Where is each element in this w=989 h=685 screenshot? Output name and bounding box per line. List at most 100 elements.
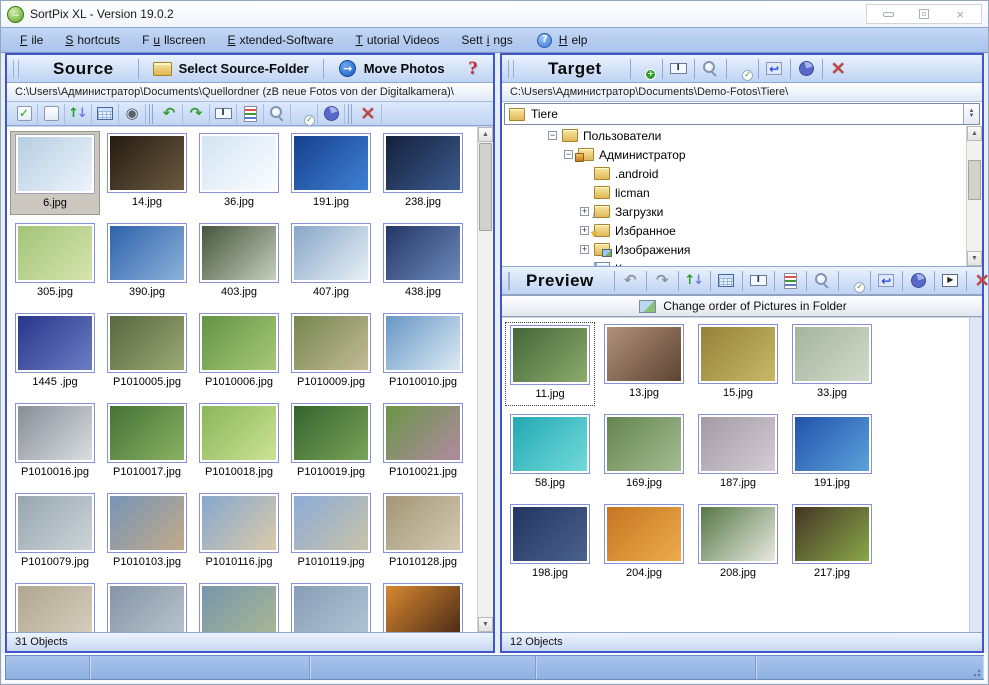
thumbnail-p1010021-jpg[interactable]: P1010021.jpg: [378, 401, 468, 485]
thumbnail-217-jpg[interactable]: 217.jpg: [787, 502, 877, 586]
thumbnail-15-jpg[interactable]: 15.jpg: [693, 322, 783, 406]
menu-extended-software[interactable]: Extended-Software: [218, 30, 342, 50]
thumbnail-1445-jpg[interactable]: 1445 .jpg: [10, 311, 100, 395]
thumbnail-403-jpg[interactable]: 403.jpg: [194, 221, 284, 305]
report-button[interactable]: [237, 104, 264, 124]
thumbnail-204-jpg[interactable]: 204.jpg: [599, 502, 689, 586]
tree-item-избранное[interactable]: +Избранное: [502, 221, 982, 240]
search-button[interactable]: [264, 104, 291, 124]
thumbnail-407-jpg[interactable]: 407.jpg: [286, 221, 376, 305]
plus-expander-icon[interactable]: +: [580, 226, 589, 235]
thumbnail-305-jpg[interactable]: 305.jpg: [10, 221, 100, 305]
scroll-down-icon[interactable]: ▼: [967, 251, 982, 266]
thumbnail-58-jpg[interactable]: 58.jpg: [505, 412, 595, 496]
thumbnail-438-jpg[interactable]: 438.jpg: [378, 221, 468, 305]
thumbnail-13-jpg[interactable]: 13.jpg: [599, 322, 689, 406]
help-button[interactable]: [459, 60, 487, 78]
thumbnail-191-jpg[interactable]: 191.jpg: [787, 412, 877, 496]
menu-help[interactable]: Help: [526, 28, 597, 52]
combobox-spinner[interactable]: ▲▼: [963, 104, 979, 124]
thumbnail-p1010079-jpg[interactable]: P1010079.jpg: [10, 491, 100, 575]
check-on-button[interactable]: [11, 104, 38, 124]
thumbnail-p1010018-jpg[interactable]: P1010018.jpg: [194, 401, 284, 485]
rename-button[interactable]: [662, 59, 694, 79]
delete-button[interactable]: [822, 59, 854, 79]
minus-expander-icon[interactable]: −: [548, 131, 557, 140]
thumbnail[interactable]: [378, 581, 468, 632]
folder-check-button[interactable]: [726, 59, 758, 79]
thumbnail-390-jpg[interactable]: 390.jpg: [102, 221, 192, 305]
scroll-up-icon[interactable]: ▲: [478, 127, 493, 142]
search-button[interactable]: [806, 271, 838, 291]
thumbnail-p1010103-jpg[interactable]: P1010103.jpg: [102, 491, 192, 575]
move-back-button[interactable]: [758, 59, 790, 79]
thumbnail-191-jpg[interactable]: 191.jpg: [286, 131, 376, 215]
preview-scroll-track[interactable]: [969, 318, 982, 632]
pie-button[interactable]: [318, 104, 345, 124]
thumbnail-p1010017-jpg[interactable]: P1010017.jpg: [102, 401, 192, 485]
thumbnail[interactable]: [10, 581, 100, 632]
maximize-button[interactable]: [913, 7, 935, 21]
rename-button[interactable]: [742, 271, 774, 291]
thumbnail-p1010119-jpg[interactable]: P1010119.jpg: [286, 491, 376, 575]
plus-expander-icon[interactable]: +: [580, 245, 589, 254]
report-button[interactable]: [774, 271, 806, 291]
thumbnail-p1010116-jpg[interactable]: P1010116.jpg: [194, 491, 284, 575]
thumbnail-p1010128-jpg[interactable]: P1010128.jpg: [378, 491, 468, 575]
delete-button[interactable]: [355, 104, 382, 124]
thumbnail-p1010019-jpg[interactable]: P1010019.jpg: [286, 401, 376, 485]
rename-button[interactable]: [210, 104, 237, 124]
folder-plus-button[interactable]: [630, 59, 662, 79]
thumbnail-36-jpg[interactable]: 36.jpg: [194, 131, 284, 215]
thumbnail-p1010009-jpg[interactable]: P1010009.jpg: [286, 311, 376, 395]
pie-button[interactable]: [902, 271, 934, 291]
thumbnail-11-jpg[interactable]: 11.jpg: [505, 322, 595, 406]
thumbnail-p1010005-jpg[interactable]: P1010005.jpg: [102, 311, 192, 395]
thumbnail-p1010006-jpg[interactable]: P1010006.jpg: [194, 311, 284, 395]
close-button[interactable]: ×: [949, 7, 971, 21]
undo-gray-button[interactable]: [614, 271, 646, 291]
check-off-button[interactable]: [38, 104, 65, 124]
thumbnail[interactable]: [194, 581, 284, 632]
thumbnail-187-jpg[interactable]: 187.jpg: [693, 412, 783, 496]
source-scrollbar[interactable]: ▲ ▼: [477, 127, 493, 632]
sort-updown-button[interactable]: [678, 271, 710, 291]
thumbnail-208-jpg[interactable]: 208.jpg: [693, 502, 783, 586]
thumbnail-198-jpg[interactable]: 198.jpg: [505, 502, 595, 586]
scrollbar-thumb[interactable]: [968, 160, 981, 200]
thumbnail-169-jpg[interactable]: 169.jpg: [599, 412, 689, 496]
tree-item-android[interactable]: .android: [502, 164, 982, 183]
folder-check-button[interactable]: [838, 271, 870, 291]
pie-button[interactable]: [790, 59, 822, 79]
scroll-down-icon[interactable]: ▼: [478, 617, 493, 632]
resize-grip[interactable]: [971, 667, 981, 677]
menu-fullscreen[interactable]: Fullscreen: [133, 30, 214, 50]
thumbnail[interactable]: [286, 581, 376, 632]
tree-scrollbar[interactable]: ▲ ▼: [966, 126, 982, 266]
tree-item-изображения[interactable]: +Изображения: [502, 240, 982, 259]
thumbnail-238-jpg[interactable]: 238.jpg: [378, 131, 468, 215]
thumbnail-33-jpg[interactable]: 33.jpg: [787, 322, 877, 406]
menu-settings[interactable]: Settings: [452, 30, 521, 50]
tree-item-контакты[interactable]: Контакты: [502, 259, 982, 267]
minimize-button[interactable]: [877, 7, 899, 21]
tree-item-пользователи[interactable]: −Пользователи: [502, 126, 982, 145]
undo-button[interactable]: [156, 104, 183, 124]
thumbnail-6-jpg[interactable]: 6.jpg: [10, 131, 100, 215]
thumbnail-p1010010-jpg[interactable]: P1010010.jpg: [378, 311, 468, 395]
menu-tutorial-videos[interactable]: Tutorial Videos: [347, 30, 449, 50]
menu-shortcuts[interactable]: Shortcuts: [56, 30, 129, 50]
change-order-button[interactable]: Change order of Pictures in Folder: [502, 295, 982, 317]
folder-check-button[interactable]: [291, 104, 318, 124]
table-view-button[interactable]: [710, 271, 742, 291]
record-button[interactable]: [119, 104, 146, 124]
thumbnail[interactable]: [102, 581, 192, 632]
sort-updown-button[interactable]: [65, 104, 92, 124]
thumbnail-p1010016-jpg[interactable]: P1010016.jpg: [10, 401, 100, 485]
scrollbar-thumb[interactable]: [479, 143, 492, 231]
tree-item-licman[interactable]: licman: [502, 183, 982, 202]
tree-item-загрузки[interactable]: +Загрузки: [502, 202, 982, 221]
move-back-button[interactable]: [870, 271, 902, 291]
move-photos-button[interactable]: Move Photos: [334, 58, 449, 80]
slideshow-button[interactable]: [934, 271, 966, 291]
